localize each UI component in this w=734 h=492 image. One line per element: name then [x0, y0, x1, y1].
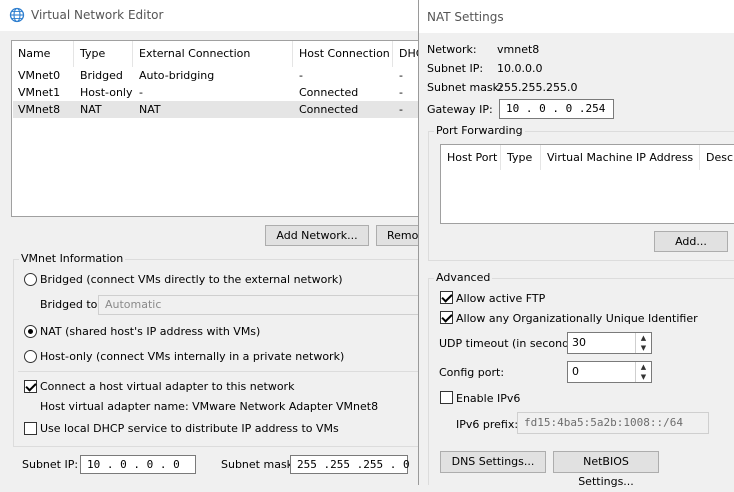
add-network-button[interactable]: Add Network... [265, 225, 369, 246]
network-list[interactable]: Name Type External Connection Host Conne… [11, 40, 441, 217]
port-forwarding-list[interactable]: Host Port Type Virtual Machine IP Addres… [440, 144, 734, 224]
cell-type: Host-only [80, 86, 133, 99]
network-value: vmnet8 [497, 43, 540, 56]
cell-host: Connected [299, 86, 359, 99]
subnet-ip-input[interactable]: 10 . 0 . 0 . 0 [80, 455, 196, 474]
arrow-down-icon[interactable]: ▼ [636, 372, 651, 382]
host-only-label[interactable]: Host-only (connect VMs internally in a p… [40, 350, 344, 363]
cell-name: VMnet0 [18, 69, 61, 82]
nat-radio[interactable] [24, 325, 37, 338]
cell-external: - [139, 86, 143, 99]
udp-timeout-value: 30 [572, 336, 586, 349]
pf-header-description[interactable]: Descr [706, 151, 734, 164]
connect-adapter-label[interactable]: Connect a host virtual adapter to this n… [40, 380, 294, 393]
spinner-arrows[interactable]: ▲ ▼ [635, 362, 651, 382]
nat-subnet-ip-label: Subnet IP: [427, 62, 484, 75]
bridged-to-label: Bridged to: [40, 298, 102, 311]
cell-dhcp: - [399, 69, 403, 82]
pf-col-divider [540, 145, 541, 170]
column-header-host-connection[interactable]: Host Connection [293, 41, 393, 67]
dhcp-checkbox[interactable] [24, 422, 37, 435]
allow-active-ftp-label[interactable]: Allow active FTP [456, 292, 545, 305]
udp-timeout-label: UDP timeout (in seconds): [439, 337, 583, 350]
enable-ipv6-label[interactable]: Enable IPv6 [456, 392, 520, 405]
cell-host: Connected [299, 103, 359, 116]
enable-ipv6-checkbox[interactable] [440, 391, 453, 404]
ipv6-prefix-label: IPv6 prefix: [456, 418, 519, 431]
cell-type: NAT [80, 103, 102, 116]
network-label: Network: [427, 43, 477, 56]
arrow-up-icon[interactable]: ▲ [636, 333, 651, 343]
cell-name: VMnet1 [18, 86, 61, 99]
bridged-radio[interactable] [24, 273, 37, 286]
subnet-mask-input[interactable]: 255 .255 .255 . 0 [290, 455, 410, 474]
pf-col-divider [500, 145, 501, 170]
ipv6-prefix-input[interactable]: fd15:4ba5:5a2b:1008::/64 [517, 412, 709, 434]
nat-title-bar: NAT Settings [419, 0, 734, 33]
window-title: Virtual Network Editor [31, 8, 164, 22]
connect-adapter-checkbox[interactable] [24, 380, 37, 393]
host-only-radio[interactable] [24, 350, 37, 363]
subnet-mask-label: Subnet mask: [221, 458, 297, 471]
udp-timeout-spinner[interactable]: 30 ▲ ▼ [567, 332, 652, 354]
bridged-to-select[interactable]: Automatic [98, 295, 428, 315]
column-header-type[interactable]: Type [74, 41, 133, 67]
spinner-arrows[interactable]: ▲ ▼ [635, 333, 651, 353]
cell-host: - [299, 69, 303, 82]
port-forwarding-title: Port Forwarding [434, 124, 525, 137]
nat-settings-dialog: NAT Settings Network: vmnet8 Subnet IP: … [418, 0, 734, 488]
nat-subnet-ip-value: 10.0.0.0 [497, 62, 543, 75]
pf-header-vm-ip[interactable]: Virtual Machine IP Address [547, 151, 693, 164]
config-port-label: Config port: [439, 366, 505, 379]
nat-subnet-mask-label: Subnet mask: [427, 81, 503, 94]
dhcp-label[interactable]: Use local DHCP service to distribute IP … [40, 422, 339, 435]
nat-subnet-mask-value: 255.255.255.0 [497, 81, 578, 94]
column-header-name[interactable]: Name [12, 41, 74, 67]
cell-external: NAT [139, 103, 161, 116]
dns-settings-button[interactable]: DNS Settings... [440, 451, 546, 473]
title-bar: Virtual Network Editor [0, 0, 418, 31]
divider [18, 371, 428, 372]
pf-header-type[interactable]: Type [507, 151, 532, 164]
network-globe-icon [9, 7, 25, 23]
pf-col-divider [699, 145, 700, 170]
pf-header-host-port[interactable]: Host Port [447, 151, 497, 164]
vmnet-information-title: VMnet Information [19, 252, 126, 265]
allow-oui-label[interactable]: Allow any Organizationally Unique Identi… [456, 312, 698, 325]
nat-label[interactable]: NAT (shared host's IP address with VMs) [40, 325, 260, 338]
config-port-spinner[interactable]: 0 ▲ ▼ [567, 361, 652, 383]
cell-type: Bridged [80, 69, 123, 82]
config-port-value: 0 [572, 365, 579, 378]
gateway-ip-input[interactable]: 10 . 0 . 0 .254 [499, 99, 614, 119]
advanced-title: Advanced [434, 271, 493, 284]
allow-active-ftp-checkbox[interactable] [440, 291, 453, 304]
allow-oui-checkbox[interactable] [440, 311, 453, 324]
gateway-ip-label: Gateway IP: [427, 103, 493, 116]
subnet-ip-label: Subnet IP: [22, 458, 79, 471]
cell-dhcp: - [399, 86, 403, 99]
column-header-external-connection[interactable]: External Connection [133, 41, 293, 67]
bridged-label[interactable]: Bridged (connect VMs directly to the ext… [40, 273, 343, 286]
cell-external: Auto-bridging [139, 69, 215, 82]
adapter-name-text: Host virtual adapter name: VMware Networ… [40, 400, 379, 413]
port-forwarding-add-button[interactable]: Add... [654, 231, 728, 252]
cell-name: VMnet8 [18, 103, 61, 116]
netbios-settings-button[interactable]: NetBIOS Settings... [553, 451, 659, 488]
nat-dialog-title: NAT Settings [427, 10, 504, 24]
cell-dhcp: - [399, 103, 403, 116]
arrow-down-icon[interactable]: ▼ [636, 343, 651, 353]
arrow-up-icon[interactable]: ▲ [636, 362, 651, 372]
